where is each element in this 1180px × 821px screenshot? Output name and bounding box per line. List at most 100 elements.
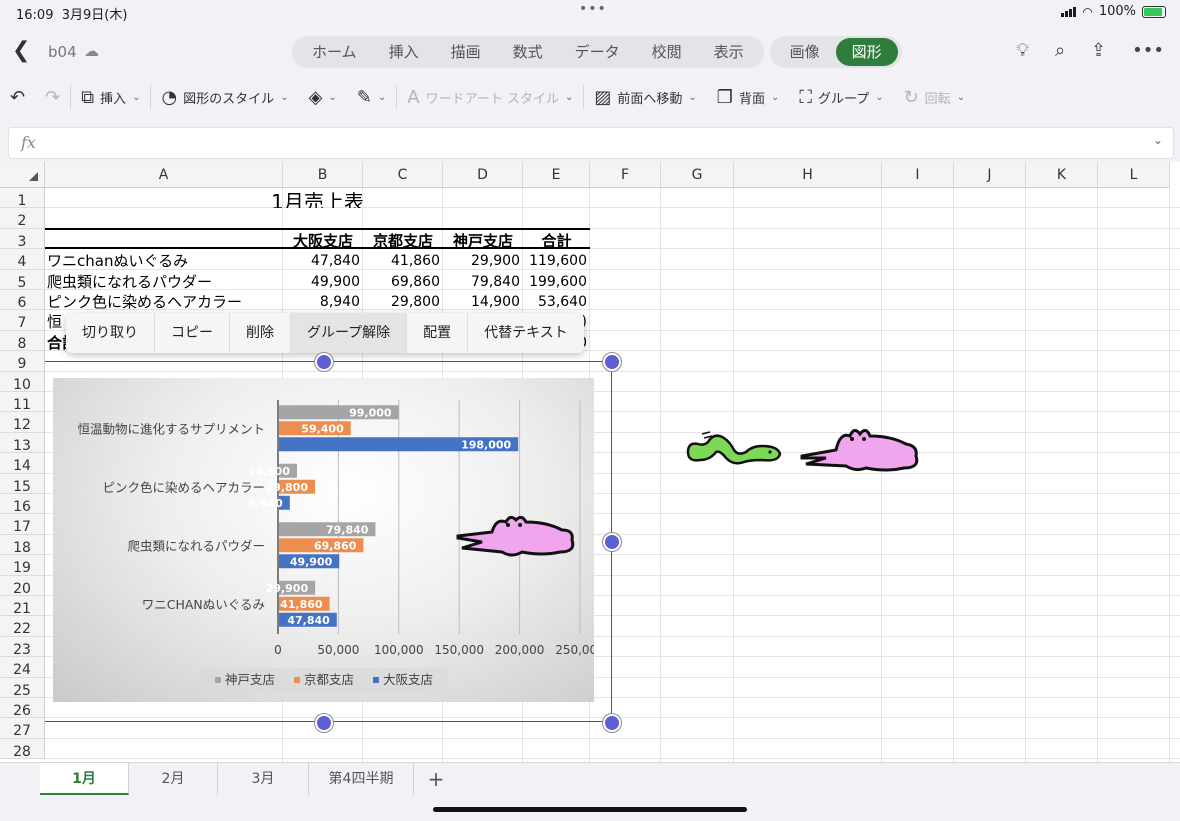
row-header-13[interactable]: 13 [0, 432, 45, 454]
column-header-b[interactable]: B [283, 162, 363, 188]
fill-button[interactable]: ◈ ⌄ [299, 82, 347, 112]
search-icon[interactable]: ⌕ [1055, 40, 1065, 61]
tab-home[interactable]: ホーム [296, 38, 373, 66]
value-cell[interactable]: 8,940 [283, 290, 360, 310]
column-header-i[interactable]: I [882, 162, 954, 188]
header-cell[interactable]: 京都支店 [363, 229, 443, 249]
row-header-12[interactable]: 12 [0, 412, 45, 433]
value-cell[interactable]: 199,600 [523, 270, 587, 290]
file-name[interactable]: b04 [48, 43, 77, 61]
bring-forward-button[interactable]: ▨ 前面へ移動 ⌄ [584, 82, 706, 112]
tab-review[interactable]: 校閲 [636, 38, 698, 66]
value-cell[interactable]: 49,900 [283, 270, 360, 290]
header-cell[interactable]: 大阪支店 [283, 229, 363, 249]
row-header-18[interactable]: 18 [0, 534, 45, 556]
tab-shape[interactable]: 図形 [835, 38, 898, 66]
resize-handle-bottom-right[interactable] [603, 714, 621, 732]
row-header-10[interactable]: 10 [0, 371, 45, 393]
row-header-19[interactable]: 19 [0, 555, 45, 576]
column-header-e[interactable]: E [523, 162, 590, 188]
column-header-c[interactable]: C [363, 162, 443, 188]
insert-shape-button[interactable]: ⧉ 挿入 ⌄ [71, 82, 150, 112]
row-header-1[interactable]: 1 [0, 188, 45, 209]
column-header-l[interactable]: L [1098, 162, 1170, 188]
redo-button[interactable]: ↷ [35, 82, 70, 112]
row-header-7[interactable]: 7 [0, 310, 45, 331]
tab-data[interactable]: データ [559, 38, 636, 66]
value-cell[interactable]: 79,840 [443, 270, 520, 290]
row-header-15[interactable]: 15 [0, 473, 45, 495]
row-header-14[interactable]: 14 [0, 453, 45, 474]
tab-view[interactable]: 表示 [698, 38, 760, 66]
value-cell[interactable]: 47,840 [283, 249, 360, 269]
pink-crocodile-image-2[interactable] [796, 422, 922, 474]
header-cell[interactable]: 合計 [523, 229, 590, 249]
row-header-22[interactable]: 22 [0, 616, 45, 637]
row-header-26[interactable]: 26 [0, 698, 45, 719]
tab-picture[interactable]: 画像 [774, 38, 836, 66]
sheet-tab-feb[interactable]: 2月 [129, 763, 218, 795]
pink-crocodile-image[interactable] [452, 508, 578, 560]
group-button[interactable]: ⛶ グループ ⌄ [789, 82, 893, 112]
select-all-corner[interactable] [0, 162, 45, 188]
value-cell[interactable]: 69,860 [363, 270, 440, 290]
value-cell[interactable]: 14,900 [443, 290, 520, 310]
resize-handle-top-right[interactable] [603, 353, 621, 371]
undo-button[interactable]: ↶ [0, 82, 35, 112]
menu-item-arrange[interactable]: 配置 [407, 313, 469, 353]
row-header-27[interactable]: 27 [0, 718, 45, 739]
row-header-25[interactable]: 25 [0, 677, 45, 699]
value-cell[interactable]: 53,640 [523, 290, 587, 310]
row-header-16[interactable]: 16 [0, 494, 45, 515]
row-header-6[interactable]: 6 [0, 290, 45, 311]
row-header-3[interactable]: 3 [0, 228, 45, 250]
sheet-tab-q4[interactable]: 第4四半期 [309, 763, 414, 795]
value-cell[interactable]: 119,600 [523, 249, 587, 269]
row-header-4[interactable]: 4 [0, 249, 45, 270]
back-icon[interactable]: ❮ [12, 38, 30, 63]
sheet-tab-mar[interactable]: 3月 [218, 763, 309, 795]
row-header-11[interactable]: 11 [0, 392, 45, 413]
multitask-dots-icon[interactable]: ••• [579, 1, 607, 17]
row-header-21[interactable]: 21 [0, 596, 45, 617]
row-name-cell[interactable]: ピンク色に染めるヘアカラー [47, 290, 281, 310]
green-snake-image[interactable] [684, 424, 784, 466]
menu-item-delete[interactable]: 削除 [230, 313, 291, 353]
row-header-5[interactable]: 5 [0, 269, 45, 291]
wordart-button[interactable]: A ワードアート スタイル ⌄ [397, 82, 583, 112]
add-sheet-button[interactable]: + [414, 763, 458, 795]
tab-insert[interactable]: 挿入 [373, 38, 435, 66]
rotate-button[interactable]: ↻ 回転 ⌄ [894, 82, 976, 112]
value-cell[interactable]: 29,800 [363, 290, 440, 310]
menu-item-copy[interactable]: コピー [155, 313, 230, 353]
formula-bar[interactable]: fx ⌄ [8, 127, 1174, 159]
value-cell[interactable]: 41,860 [363, 249, 440, 269]
send-backward-button[interactable]: ❐ 背面 ⌄ [707, 82, 790, 112]
column-header-k[interactable]: K [1026, 162, 1098, 188]
tab-formulas[interactable]: 数式 [497, 38, 559, 66]
column-header-a[interactable]: A [45, 162, 283, 188]
value-cell[interactable]: 29,900 [443, 249, 520, 269]
menu-item-alt-text[interactable]: 代替テキスト [468, 313, 584, 353]
resize-handle-bottom[interactable] [315, 714, 333, 732]
share-icon[interactable]: ⇪ [1091, 40, 1106, 61]
column-header-d[interactable]: D [443, 162, 523, 188]
header-cell[interactable]: 神戸支店 [443, 229, 523, 249]
lightbulb-icon[interactable]: 💡︎ [1016, 40, 1029, 61]
menu-item-ungroup[interactable]: グループ解除 [291, 313, 408, 353]
resize-handle-right[interactable] [603, 533, 621, 551]
row-header-20[interactable]: 20 [0, 575, 45, 597]
row-name-cell[interactable]: 爬虫類になれるパウダー [47, 270, 281, 290]
row-header-9[interactable]: 9 [0, 351, 45, 372]
more-icon[interactable]: ••• [1132, 40, 1164, 61]
sheet-tab-jan[interactable]: 1月 [40, 763, 129, 795]
chevron-down-icon[interactable]: ⌄ [1153, 133, 1163, 147]
row-name-cell[interactable]: ワニchanぬいぐるみ [47, 249, 281, 269]
tab-draw[interactable]: 描画 [435, 38, 497, 66]
column-header-h[interactable]: H [734, 162, 882, 188]
sheet-title[interactable]: 1月売上表 [45, 188, 590, 208]
column-header-j[interactable]: J [954, 162, 1026, 188]
outline-button[interactable]: ✎ ⌄ [347, 82, 396, 112]
row-header-8[interactable]: 8 [0, 330, 45, 352]
resize-handle-top[interactable] [315, 353, 333, 371]
